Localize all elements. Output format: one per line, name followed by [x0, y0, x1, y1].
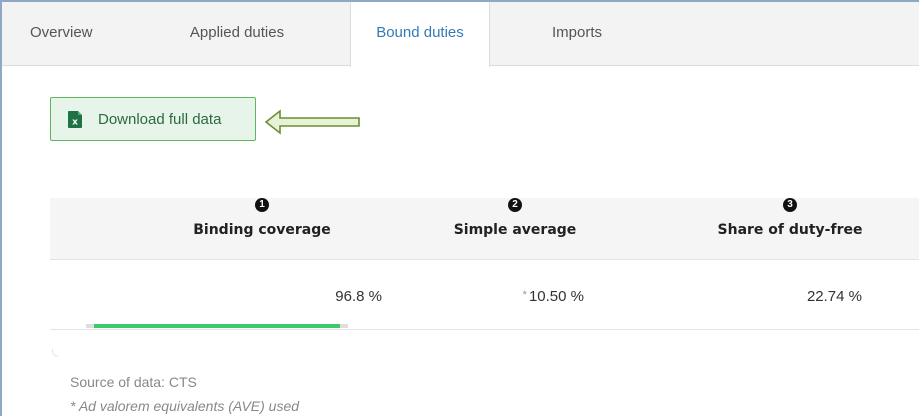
- excel-icon: x: [68, 110, 82, 128]
- tab-bound-duties[interactable]: Bound duties: [350, 2, 490, 67]
- progress-fill: [94, 324, 340, 328]
- download-full-data-button[interactable]: x Download full data: [50, 97, 256, 141]
- tab-bar: Overview Applied duties Bound duties Imp…: [2, 2, 919, 67]
- stat-value-simple-average: * 10.50 %: [490, 288, 584, 305]
- value-text: 10.50 %: [528, 288, 584, 305]
- arrow-left-icon: [264, 109, 360, 135]
- ave-marker: *: [522, 289, 527, 301]
- tab-overview[interactable]: Overview: [30, 2, 110, 66]
- number-badge: 2: [508, 198, 522, 212]
- divider-mark: [52, 349, 58, 357]
- binding-coverage-progress-bar: [86, 324, 348, 328]
- download-label: Download full data: [98, 110, 222, 128]
- value-text: 96.8 %: [335, 288, 382, 305]
- stat-value-binding-coverage: 96.8 %: [250, 288, 382, 305]
- stat-label: Simple average: [453, 222, 577, 238]
- value-text: 22.74 %: [806, 288, 862, 305]
- stat-header-simple-average: 2 Simple average: [430, 198, 600, 260]
- data-source-text: Source of data: CTS: [70, 374, 197, 390]
- number-badge: 1: [255, 198, 269, 212]
- stats-values-row: 96.8 % * 10.50 % 22.74 %: [50, 260, 919, 330]
- stat-value-share-duty-free: 22.74 %: [750, 288, 862, 305]
- tab-applied-duties[interactable]: Applied duties: [177, 2, 297, 66]
- stat-header-share-duty-free: 3 Share of duty-free: [700, 198, 880, 260]
- app-frame: Overview Applied duties Bound duties Imp…: [0, 0, 919, 416]
- tab-imports[interactable]: Imports: [532, 2, 622, 66]
- number-badge: 3: [783, 198, 797, 212]
- svg-text:x: x: [72, 117, 78, 127]
- ave-footnote: * Ad valorem equivalents (AVE) used: [70, 398, 300, 414]
- stat-label: Binding coverage: [193, 222, 331, 238]
- stat-label: Share of duty-free: [717, 222, 863, 238]
- stats-header: 1 Binding coverage 2 Simple average 3 Sh…: [50, 198, 919, 260]
- stat-header-binding-coverage: 1 Binding coverage: [167, 198, 357, 260]
